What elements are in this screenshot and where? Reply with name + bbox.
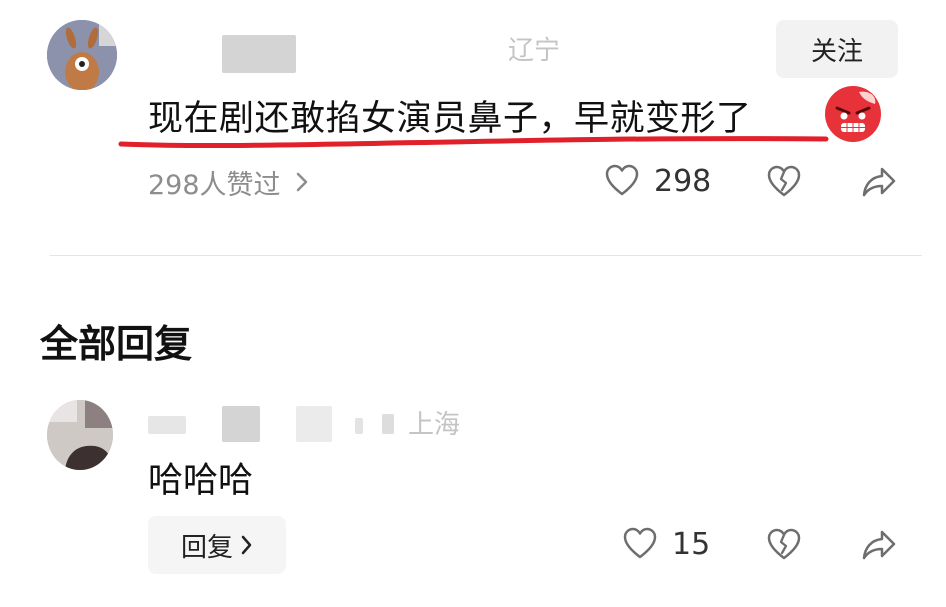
reply-dislike-button[interactable]	[766, 528, 802, 562]
reply-avatar[interactable]	[47, 400, 113, 470]
comment-detail-page: 辽宁 关注 现在剧还敢掐女演员鼻子，早就变形了 298人赞过 298 全部回复 …	[0, 0, 946, 607]
reply-username-redaction	[148, 416, 186, 434]
commenter-location: 辽宁	[508, 36, 561, 66]
username-redaction	[222, 35, 296, 73]
reply-like-button[interactable]: 15	[622, 526, 710, 562]
reply-username-redaction	[296, 406, 332, 442]
reply-text: 哈哈哈	[148, 461, 254, 501]
broken-heart-icon	[767, 528, 801, 560]
angry-face-emoji	[825, 86, 881, 142]
heart-outline-icon	[623, 527, 657, 559]
comment-like-button[interactable]: 298	[604, 163, 711, 199]
reply-username-redaction	[382, 414, 394, 434]
commenter-avatar[interactable]	[47, 20, 117, 90]
chevron-right-icon	[296, 172, 307, 192]
section-divider	[50, 255, 922, 256]
broken-heart-icon	[767, 165, 801, 197]
follow-button[interactable]: 关注	[776, 20, 898, 78]
all-replies-heading: 全部回复	[40, 322, 193, 366]
reply-location: 上海	[408, 410, 461, 440]
reply-username-redaction	[222, 406, 260, 442]
share-icon	[862, 530, 896, 560]
comment-dislike-button[interactable]	[766, 165, 802, 199]
share-icon	[862, 167, 896, 197]
liked-by-text: 298人赞过	[148, 169, 281, 201]
comment-like-count: 298	[654, 163, 712, 199]
chevron-right-icon	[241, 535, 252, 555]
heart-outline-icon	[605, 164, 639, 196]
reply-share-button[interactable]	[861, 528, 897, 562]
reply-button[interactable]: 回复	[148, 516, 286, 574]
reply-button-label: 回复	[180, 532, 233, 563]
liked-by-link[interactable]: 298人赞过	[148, 160, 309, 204]
red-underline-annotation	[118, 136, 829, 149]
reply-username-redaction	[355, 418, 363, 434]
reply-like-count: 15	[672, 526, 711, 562]
comment-share-button[interactable]	[861, 165, 897, 199]
